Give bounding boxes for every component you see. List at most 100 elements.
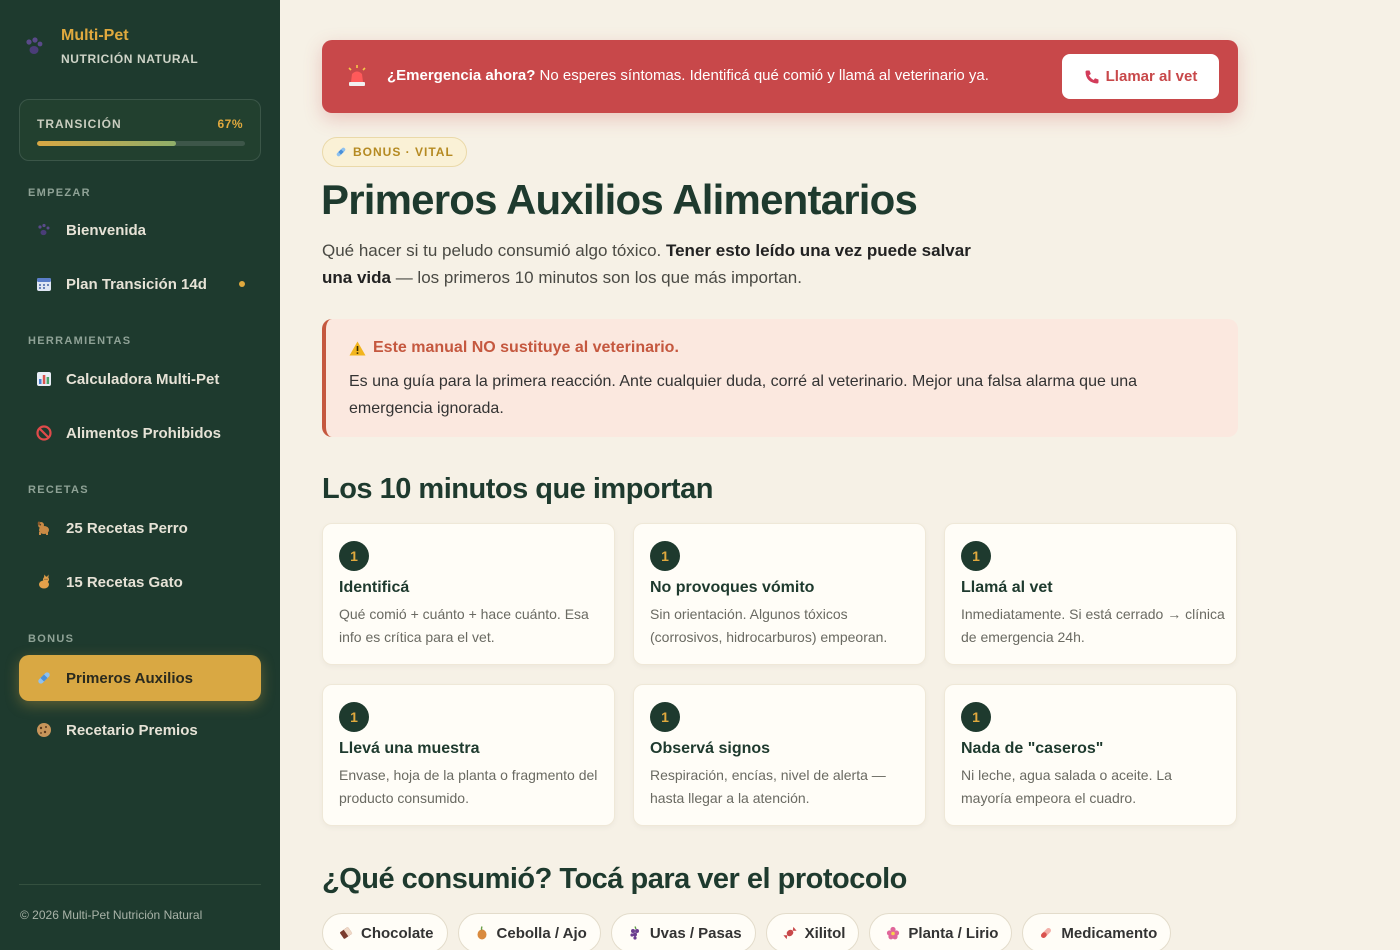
chip-cebolla-ajo[interactable]: Cebolla / Ajo — [457, 913, 601, 950]
section-badge: BONUS · VITAL — [322, 137, 467, 167]
onion-icon — [477, 926, 487, 940]
sidebar-item-plan-transicion[interactable]: Plan Transición 14d — [19, 261, 261, 307]
step-description: Envase, hoja de la planta o fragmento de… — [339, 767, 598, 806]
chip-medicamento[interactable]: Medicamento — [1022, 913, 1172, 950]
bandage-icon — [36, 670, 52, 686]
pill-icon — [1041, 928, 1052, 938]
section-label-recetas: RECETAS — [28, 484, 89, 496]
candy-icon — [782, 926, 797, 940]
brand-subtitle: NUTRICIÓN NATURAL — [61, 52, 199, 66]
chip-xilitol[interactable]: Xilitol — [765, 913, 860, 950]
chip-label: Planta / Lirio — [908, 924, 999, 942]
sidebar-item-recetario-premios[interactable]: Recetario Premios — [19, 707, 261, 753]
progress-bar-fill — [37, 141, 177, 146]
calendar-icon — [36, 276, 52, 292]
section-label-empezar: EMPEZAR — [28, 187, 91, 199]
sidebar-item-label: Recetario Premios — [66, 721, 198, 739]
grapes-icon — [630, 926, 639, 940]
sidebar: Multi-Pet NUTRICIÓN NATURAL TRANSICIÓN 6… — [0, 0, 280, 950]
chip-chocolate[interactable]: Chocolate — [322, 913, 448, 950]
sidebar-item-label: Primeros Auxilios — [66, 669, 193, 687]
chip-label: Chocolate — [361, 924, 434, 942]
sidebar-item-recetas-gato[interactable]: 15 Recetas Gato — [19, 559, 261, 605]
step-number: 1 — [650, 541, 680, 571]
disclaimer-title: Este manual NO sustituye al veterinario. — [349, 339, 679, 357]
flower-icon — [887, 926, 900, 940]
step-description: Respiración, encías, nivel de alerta — h… — [650, 767, 886, 806]
step-title: No provoques vómito — [650, 579, 815, 596]
emergency-banner: ¿Emergencia ahora? No esperes síntomas. … — [322, 40, 1238, 113]
step-number: 1 — [650, 702, 680, 732]
step-title: Identificá — [339, 579, 410, 596]
vet-disclaimer-callout: Este manual NO sustituye al veterinario.… — [322, 319, 1238, 437]
sidebar-item-bienvenida[interactable]: Bienvenida — [19, 207, 261, 253]
intro-text: Qué hacer si tu peludo consumió algo tóx… — [322, 241, 666, 260]
step-number: 1 — [961, 541, 991, 571]
sidebar-footer: © 2026 Multi-Pet Nutrición Natural — [20, 908, 203, 922]
progress-percent: 67% — [217, 117, 243, 131]
chip-label: Medicamento — [1061, 924, 1158, 942]
section-label-herramientas: HERRAMIENTAS — [28, 335, 132, 347]
step-description: Inmediatamente. Si está cerrado → clínic… — [961, 606, 1225, 645]
bandage-icon — [336, 147, 346, 157]
chip-label: Uvas / Pasas — [649, 924, 742, 942]
page-title: Primeros Auxilios Alimentarios — [321, 176, 918, 223]
emergency-message-bold: ¿Emergencia ahora? — [387, 67, 536, 84]
step-title: Nada de "caseros" — [961, 740, 1104, 757]
intro-text-end: — los primeros 10 minutos son los que má… — [390, 268, 802, 287]
page-intro: Qué hacer si tu peludo consumió algo tóx… — [322, 237, 982, 291]
section-label-bonus: BONUS — [28, 633, 75, 645]
sidebar-item-label: Bienvenida — [66, 221, 147, 239]
call-vet-label: Llamar al vet — [1105, 68, 1198, 85]
step-description: Sin orientación. Algunos tóxicos (corros… — [650, 606, 888, 645]
step-number: 1 — [961, 702, 991, 732]
sidebar-item-primeros-auxilios[interactable]: Primeros Auxilios — [19, 655, 261, 701]
sidebar-item-label: Alimentos Prohibidos — [66, 424, 222, 442]
sidebar-divider — [19, 884, 261, 885]
step-card: 1 Nada de "caseros" Ni leche, agua salad… — [944, 684, 1237, 826]
chocolate-icon — [340, 926, 353, 939]
status-dot — [239, 281, 245, 287]
transition-progress-card: TRANSICIÓN 67% — [19, 99, 261, 161]
sidebar-item-label: 15 Recetas Gato — [66, 573, 183, 591]
brand[interactable]: Multi-Pet NUTRICIÓN NATURAL — [22, 26, 198, 66]
phone-icon — [1085, 70, 1099, 83]
badge-label: BONUS · VITAL — [353, 145, 454, 159]
step-card: 1 Llamá al vet Inmediatamente. Si está c… — [944, 523, 1237, 665]
paw-icon — [36, 222, 52, 238]
sidebar-item-label: Calculadora Multi-Pet — [66, 370, 220, 388]
cat-icon — [36, 574, 52, 590]
sidebar-item-calculadora[interactable]: Calculadora Multi-Pet — [19, 356, 261, 402]
disclaimer-title-text: Este manual NO sustituye al veterinario. — [373, 339, 679, 356]
paw-icon — [26, 37, 43, 54]
chip-planta-lirio[interactable]: Planta / Lirio — [869, 913, 1013, 950]
chip-label: Cebolla / Ajo — [496, 924, 587, 942]
prohibited-icon — [36, 425, 52, 441]
step-card: 1 Observá signos Respiración, encías, ni… — [633, 684, 926, 826]
progress-label: TRANSICIÓN — [37, 117, 122, 131]
step-card: 1 Llevá una muestra Envase, hoja de la p… — [322, 684, 615, 826]
step-title: Observá signos — [650, 740, 771, 757]
disclaimer-body: Es una guía para la primera reacción. An… — [349, 373, 1138, 417]
chip-label: Xilitol — [804, 924, 846, 942]
sidebar-item-label: 25 Recetas Perro — [66, 519, 188, 537]
step-card: 1 Identificá Qué comió + cuánto + hace c… — [322, 523, 615, 665]
steps-section-title: Los 10 minutos que importan — [322, 473, 713, 505]
sidebar-item-recetas-perro[interactable]: 25 Recetas Perro — [19, 505, 261, 551]
chip-uvas-pasas[interactable]: Uvas / Pasas — [610, 913, 756, 950]
emergency-message-text: No esperes síntomas. Identificá qué comi… — [535, 67, 989, 84]
substance-chip-list: Chocolate Cebolla / Ajo Uvas / Pasas Xil… — [322, 913, 1181, 950]
call-vet-button[interactable]: Llamar al vet — [1062, 54, 1219, 99]
dog-icon — [36, 520, 52, 536]
step-title: Llamá al vet — [961, 579, 1053, 596]
warning-icon — [349, 341, 366, 355]
step-description: Qué comió + cuánto + hace cuánto. Esa in… — [339, 606, 589, 645]
sidebar-item-alimentos-prohibidos[interactable]: Alimentos Prohibidos — [19, 410, 261, 456]
protocol-section-title: ¿Qué consumió? Tocá para ver el protocol… — [322, 863, 907, 895]
step-number: 1 — [339, 541, 369, 571]
step-description: Ni leche, agua salada o aceite. La mayor… — [961, 767, 1172, 806]
emergency-message: ¿Emergencia ahora? No esperes síntomas. … — [387, 67, 989, 84]
chart-icon — [36, 371, 52, 387]
step-card: 1 No provoques vómito Sin orientación. A… — [633, 523, 926, 665]
siren-icon — [348, 65, 366, 86]
